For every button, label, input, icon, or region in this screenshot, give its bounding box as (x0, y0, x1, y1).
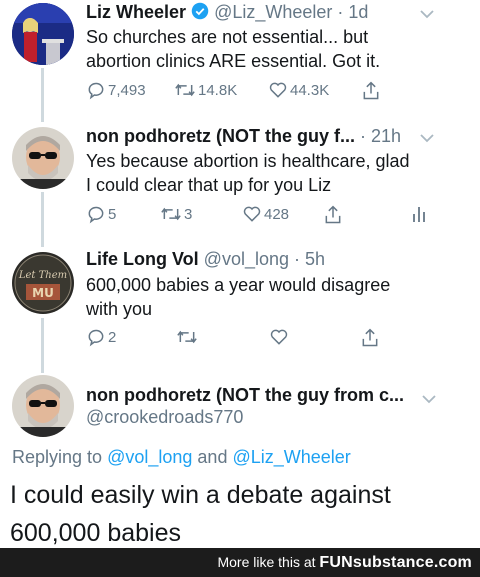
retweet-icon (176, 327, 198, 347)
chevron-down-icon[interactable] (422, 391, 436, 407)
tweet-text: 600,000 babies a year would disagree wit… (86, 273, 456, 321)
user-handle[interactable]: @crookedroads770 (86, 407, 243, 427)
display-name[interactable]: Life Long Vol (86, 249, 199, 269)
tweet-text-line: 600,000 babies a year would disagree (86, 275, 391, 295)
user-handle[interactable]: @Liz_Wheeler (214, 2, 332, 22)
avatar[interactable]: Let Them MU (12, 252, 74, 314)
chevron-down-icon[interactable] (420, 130, 434, 146)
share-icon (360, 327, 380, 349)
tweet-text-line: with you (86, 299, 153, 319)
user-handle[interactable]: @vol_long (204, 249, 289, 269)
share-button[interactable] (360, 327, 380, 349)
retweet-icon (174, 80, 196, 100)
heart-icon (242, 204, 262, 224)
timestamp[interactable]: · 21h (360, 126, 401, 146)
tweet-text-line: 600,000 babies (10, 519, 181, 547)
tweet[interactable]: Liz Wheeler @Liz_Wheeler · 1d So churche… (0, 0, 480, 115)
avatar[interactable] (12, 127, 74, 189)
tweet-subheader: @crookedroads770 (86, 407, 243, 428)
watermark-text: More like this at FUNsubstance.com (217, 554, 472, 572)
retweet-count: 14.8K (198, 81, 238, 99)
tweet-text: So churches are not essential... but abo… (86, 25, 456, 73)
avatar[interactable] (12, 375, 74, 437)
tweet-text-line: Yes because abortion is healthcare, glad (86, 151, 410, 171)
display-name[interactable]: non podhoretz (NOT the guy f... (86, 126, 355, 146)
retweet-icon (160, 204, 182, 224)
tweet[interactable]: Let Them MU Life Long Vol @vol_long · 5h… (0, 247, 480, 367)
reply-button[interactable]: 7,493 (86, 80, 146, 100)
share-icon (361, 80, 381, 102)
reply-count: 2 (108, 328, 117, 346)
tweet-text: Yes because abortion is healthcare, glad… (86, 149, 456, 197)
avatar[interactable] (12, 3, 74, 65)
tweet-header: Liz Wheeler @Liz_Wheeler · 1d (86, 2, 368, 25)
reply-button[interactable]: 2 (86, 327, 116, 347)
reply-icon (86, 80, 106, 100)
chevron-down-icon[interactable] (420, 6, 434, 22)
analytics-icon (412, 204, 426, 224)
like-button[interactable] (269, 327, 289, 347)
heart-icon (269, 327, 289, 347)
like-button[interactable]: 428 (242, 204, 289, 224)
mention-link[interactable]: @vol_long (107, 447, 192, 467)
replying-to: Replying to @vol_long and @Liz_Wheeler (12, 447, 351, 468)
reply-count: 5 (108, 205, 117, 223)
tweet-actions: 7,493 14.8K 44.3K (86, 80, 416, 104)
retweet-button[interactable]: 14.8K (174, 80, 237, 100)
timestamp[interactable]: · 1d (337, 2, 368, 22)
retweet-count: 3 (184, 205, 193, 223)
share-button[interactable] (361, 80, 381, 102)
svg-text:Let Them: Let Them (18, 270, 67, 281)
like-button[interactable]: 44.3K (268, 80, 329, 100)
like-count: 428 (264, 205, 290, 223)
watermark-brand: FUNsubstance.com (319, 554, 472, 571)
tweet-header: non podhoretz (NOT the guy from c... (86, 385, 404, 406)
tweet-text-line: I could easily win a debate against (10, 481, 391, 509)
replying-prefix: Replying to (12, 447, 103, 467)
reply-count: 7,493 (108, 81, 146, 99)
display-name[interactable]: Liz Wheeler (86, 2, 186, 22)
tweet-header: Life Long Vol @vol_long · 5h (86, 249, 325, 270)
mention-link[interactable]: @Liz_Wheeler (232, 447, 350, 467)
reply-button[interactable]: 5 (86, 204, 116, 224)
heart-icon (268, 80, 288, 100)
reply-icon (86, 204, 106, 224)
analytics-button[interactable] (412, 204, 426, 224)
replying-and: and (197, 447, 228, 467)
retweet-button[interactable] (176, 327, 198, 347)
focused-tweet-text: I could easily win a debate against 600,… (10, 476, 470, 552)
watermark-prefix: More like this at (217, 554, 316, 570)
share-button[interactable] (323, 204, 343, 226)
tweet-actions: 2 (86, 327, 416, 351)
tweet-actions: 5 3 428 (86, 204, 425, 228)
tweet-text-line: So churches are not essential... but (86, 27, 369, 47)
retweet-button[interactable]: 3 (160, 204, 192, 224)
tweet-header: non podhoretz (NOT the guy f... · 21h (86, 126, 401, 147)
tweet-text-line: I could clear that up for you Liz (86, 175, 332, 195)
tweet-text-line: abortion clinics ARE essential. Got it. (86, 51, 381, 71)
display-name[interactable]: non podhoretz (NOT the guy from c... (86, 385, 404, 405)
reply-icon (86, 327, 106, 347)
share-icon (323, 204, 343, 226)
timestamp[interactable]: · 5h (294, 249, 325, 269)
verified-badge-icon (191, 2, 209, 25)
tweet[interactable]: non podhoretz (NOT the guy f... · 21h Ye… (0, 122, 480, 242)
like-count: 44.3K (290, 81, 330, 99)
watermark-bar: More like this at FUNsubstance.com (0, 548, 480, 577)
svg-text:MU: MU (32, 286, 54, 300)
